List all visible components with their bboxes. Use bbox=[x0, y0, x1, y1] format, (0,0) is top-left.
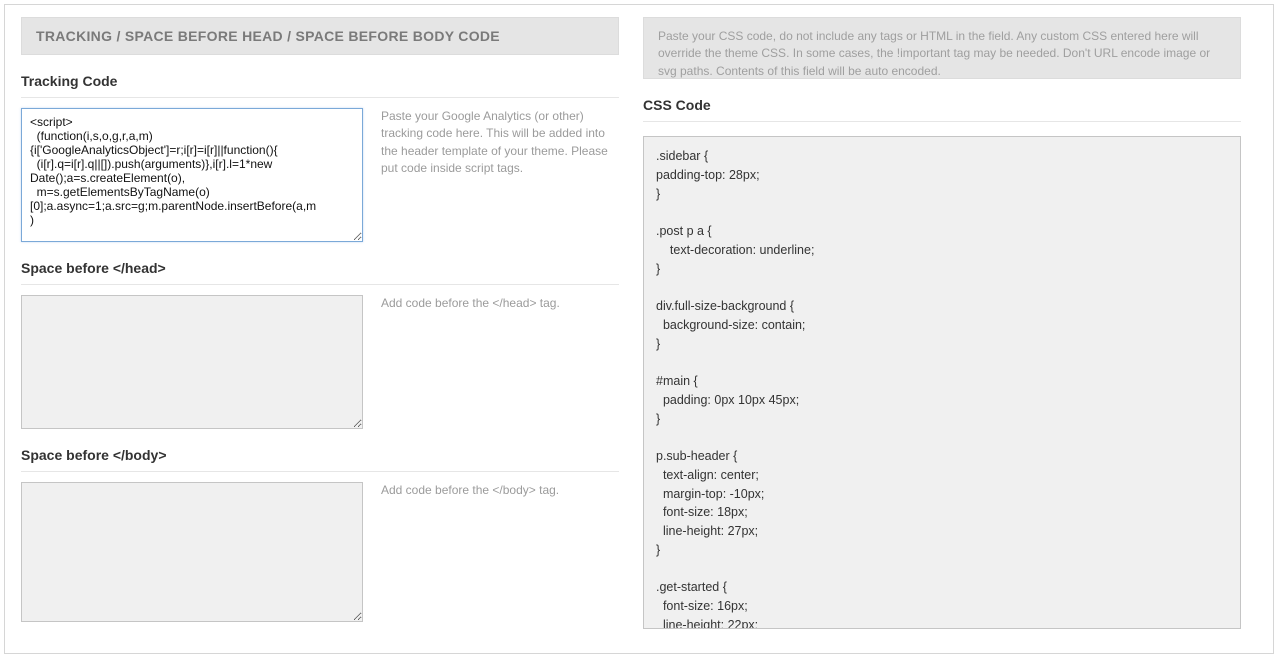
space-before-body-heading: Space before </body> bbox=[21, 447, 619, 472]
right-column: Paste your CSS code, do not include any … bbox=[643, 17, 1241, 641]
tracking-code-row: Paste your Google Analytics (or other) t… bbox=[21, 108, 619, 242]
right-panel-note: Paste your CSS code, do not include any … bbox=[643, 17, 1241, 79]
css-code-heading: CSS Code bbox=[643, 97, 1241, 122]
space-before-body-help: Add code before the </body> tag. bbox=[381, 482, 619, 499]
space-before-head-row: Add code before the </head> tag. bbox=[21, 295, 619, 429]
left-panel-header: TRACKING / SPACE BEFORE HEAD / SPACE BEF… bbox=[21, 17, 619, 55]
space-before-head-heading: Space before </head> bbox=[21, 260, 619, 285]
space-before-body-textarea[interactable] bbox=[21, 482, 363, 622]
left-column: TRACKING / SPACE BEFORE HEAD / SPACE BEF… bbox=[21, 17, 619, 641]
space-before-head-help: Add code before the </head> tag. bbox=[381, 295, 619, 312]
css-code-textarea[interactable] bbox=[643, 136, 1241, 629]
space-before-body-row: Add code before the </body> tag. bbox=[21, 482, 619, 622]
tracking-code-textarea[interactable] bbox=[21, 108, 363, 242]
settings-panel: TRACKING / SPACE BEFORE HEAD / SPACE BEF… bbox=[4, 4, 1274, 654]
tracking-code-help: Paste your Google Analytics (or other) t… bbox=[381, 108, 619, 178]
tracking-code-heading: Tracking Code bbox=[21, 73, 619, 98]
space-before-head-textarea[interactable] bbox=[21, 295, 363, 429]
